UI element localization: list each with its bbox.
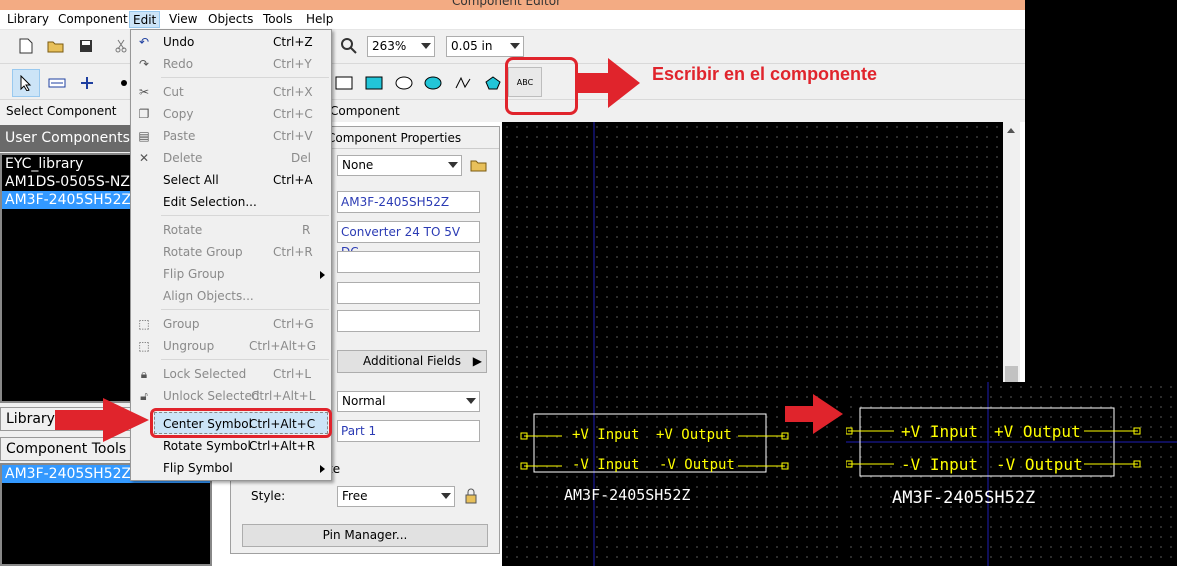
- menu-item-ungroup[interactable]: ⬚ Ungroup Ctrl+Alt+G: [131, 335, 331, 357]
- name-field[interactable]: AM3F-2405SH52Z: [337, 191, 480, 213]
- pin-tool-icon[interactable]: [46, 72, 68, 94]
- ungroup-icon: ⬚: [138, 339, 150, 353]
- undo-icon: ↶: [138, 35, 150, 49]
- ellipse-icon[interactable]: [393, 72, 415, 94]
- cut-icon: ✂: [138, 85, 150, 99]
- menu-tools[interactable]: Tools: [260, 11, 296, 28]
- pin-label: -V Input: [572, 457, 640, 473]
- menu-item-redo[interactable]: ↷ Redo Ctrl+Y: [131, 53, 331, 75]
- menu-item-cut[interactable]: ✂ Cut Ctrl+X: [131, 81, 331, 103]
- new-file-icon[interactable]: [15, 35, 37, 57]
- menu-item-unlock-selected[interactable]: 🔓︎ Unlock Selected Ctrl+Alt+L: [131, 385, 331, 407]
- save-icon[interactable]: [75, 35, 97, 57]
- filled-rectangle-icon[interactable]: [363, 72, 385, 94]
- additional-fields-label: Additional Fields: [362, 354, 461, 368]
- menu-item-rotate-symbol[interactable]: Rotate Symbol Ctrl+Alt+R: [131, 435, 331, 457]
- menu-view[interactable]: View: [166, 11, 200, 28]
- description-field[interactable]: Converter 24 TO 5V DC: [337, 221, 480, 259]
- vertical-scrollbar[interactable]: [1003, 122, 1020, 384]
- property-field-5[interactable]: [337, 310, 480, 332]
- style-select[interactable]: Free: [337, 486, 455, 507]
- property-field-3[interactable]: [337, 251, 480, 273]
- menu-item-delete[interactable]: ✕ Delete Del: [131, 147, 331, 169]
- symbol-name-label: AM3F-2405SH52Z: [892, 488, 1036, 508]
- status-right: Component: [330, 104, 400, 118]
- annotation-highlight-box: [505, 57, 578, 115]
- play-arrow-icon: ▶: [472, 354, 482, 368]
- pin-label: -V Output: [659, 457, 735, 473]
- open-folder-icon[interactable]: [45, 35, 67, 57]
- annotation-arrow-icon: [785, 394, 843, 434]
- menu-item-copy[interactable]: ❐ Copy Ctrl+C: [131, 103, 331, 125]
- additional-fields-button[interactable]: Additional Fields ▶: [337, 350, 487, 373]
- window-title: Component Editor: [452, 0, 561, 8]
- menu-item-lock-selected[interactable]: 🔒︎ Lock Selected Ctrl+L: [131, 363, 331, 385]
- background-desktop: [1025, 0, 1177, 382]
- menu-component[interactable]: Component: [55, 11, 131, 28]
- zoom-icon[interactable]: [338, 35, 360, 57]
- zoom-select[interactable]: 263%: [367, 36, 435, 57]
- lock-icon[interactable]: [460, 485, 482, 507]
- pin-manager-button[interactable]: Pin Manager...: [242, 524, 488, 547]
- menu-item-paste[interactable]: ▤ Paste Ctrl+V: [131, 125, 331, 147]
- lock-icon: 🔒︎: [140, 367, 148, 381]
- menu-item-rotate-group[interactable]: Rotate Group Ctrl+R: [131, 241, 331, 263]
- browse-folder-icon[interactable]: [468, 154, 490, 176]
- zoom-value: 263%: [372, 39, 407, 53]
- menu-item-undo[interactable]: ↶ Undo Ctrl+Z: [131, 31, 331, 53]
- menu-item-center-symbol[interactable]: Center Symbol Ctrl+Alt+C: [131, 413, 331, 435]
- copy-icon: ❐: [138, 107, 150, 121]
- pin-label: -V Input: [901, 455, 979, 474]
- menu-help[interactable]: Help: [303, 11, 336, 28]
- cut-icon[interactable]: [110, 35, 132, 57]
- polygon-icon[interactable]: [482, 72, 504, 94]
- grid-value: 0.05 in: [451, 39, 493, 53]
- add-pin-icon[interactable]: [76, 72, 98, 94]
- menu-item-rotate[interactable]: Rotate R: [131, 219, 331, 241]
- style-label: Style:: [251, 489, 286, 503]
- result-preview: +V Input +V Output -V Input -V Output AM…: [846, 382, 1177, 566]
- polyline-icon[interactable]: [452, 72, 474, 94]
- menu-item-align-objects[interactable]: Align Objects...: [131, 285, 331, 307]
- pin-label: +V Output: [656, 427, 732, 443]
- annotation-arrow-icon: [55, 398, 149, 442]
- annotation-arrow-icon: [578, 58, 640, 108]
- redo-icon: ↷: [138, 57, 150, 71]
- menu-item-select-all[interactable]: Select All Ctrl+A: [131, 169, 331, 191]
- mode-select[interactable]: Normal: [337, 391, 480, 412]
- rectangle-icon[interactable]: [333, 72, 355, 94]
- submenu-arrow-icon: [320, 465, 325, 473]
- category-value: None: [342, 158, 374, 172]
- pin-label: +V Output: [994, 422, 1081, 441]
- pin-label: +V Input: [901, 422, 979, 441]
- part-field[interactable]: Part 1: [337, 420, 480, 442]
- menu-item-edit-selection[interactable]: Edit Selection...: [131, 191, 331, 213]
- delete-icon: ✕: [138, 151, 150, 165]
- property-field-4[interactable]: [337, 282, 480, 304]
- filled-ellipse-icon[interactable]: [422, 72, 444, 94]
- menu-item-flip-group[interactable]: Flip Group: [131, 263, 331, 285]
- menu-objects[interactable]: Objects: [205, 11, 256, 28]
- category-select[interactable]: None: [337, 155, 462, 176]
- mode-value: Normal: [342, 394, 386, 408]
- symbol-name-label: AM3F-2405SH52Z: [564, 486, 691, 504]
- grid-select[interactable]: 0.05 in: [446, 36, 524, 57]
- title-bar: Component Editor: [0, 0, 1025, 10]
- menu-edit[interactable]: Edit: [129, 11, 161, 28]
- menu-item-group[interactable]: ⬚ Group Ctrl+G: [131, 313, 331, 335]
- status-left: Select Component: [6, 104, 117, 118]
- menu-item-flip-symbol[interactable]: Flip Symbol: [131, 457, 331, 479]
- pin-label: +V Input: [572, 427, 640, 443]
- group-icon: ⬚: [138, 317, 150, 331]
- submenu-arrow-icon: [320, 271, 325, 279]
- style-value: Free: [342, 489, 368, 503]
- select-pointer-icon[interactable]: [12, 69, 40, 97]
- paste-icon: ▤: [138, 129, 150, 143]
- annotation-text: Escribir en el componente: [652, 64, 878, 84]
- pin-label: -V Output: [996, 455, 1083, 474]
- menu-library[interactable]: Library: [4, 11, 52, 28]
